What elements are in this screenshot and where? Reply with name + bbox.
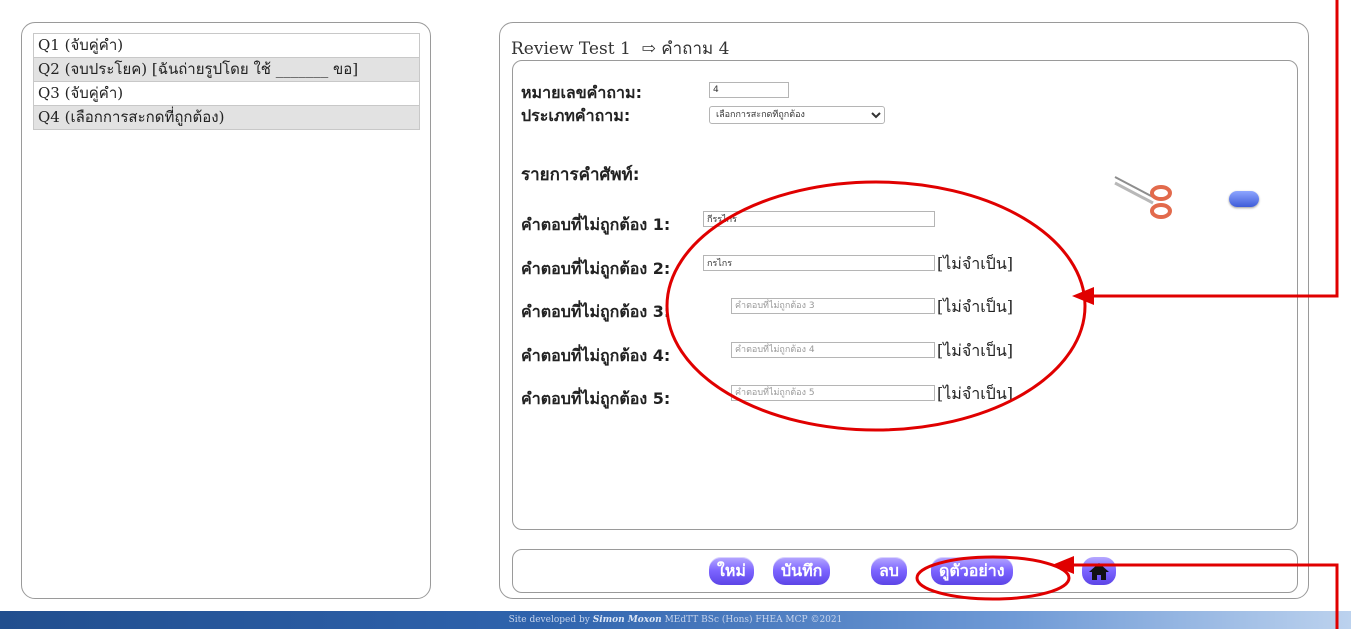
question-item-4[interactable]: Q4 (เลือกการสะกดที่ถูกต้อง)	[33, 105, 420, 130]
current-question-title: คำถาม 4	[661, 39, 730, 59]
pill-button-icon[interactable]	[1229, 191, 1259, 207]
wrong-answer-1-input[interactable]	[703, 211, 935, 227]
question-editor-panel: Review Test 1 ⇨ คำถาม 4 หมายเลขคำถาม: ปร…	[499, 22, 1309, 599]
wrong-answer-4-input[interactable]	[731, 342, 935, 358]
new-button[interactable]: ใหม่	[709, 557, 754, 585]
question-item-3[interactable]: Q3 (จับคู่คำ)	[33, 81, 420, 105]
question-form: หมายเลขคำถาม: ประเภทคำถาม: เลือกการสะกดท…	[512, 60, 1298, 530]
question-list-panel: Q1 (จับคู่คำ) Q2 (จบประโยค) [ฉันถ่ายรูปโ…	[21, 22, 431, 599]
save-button[interactable]: บันทึก	[773, 557, 831, 585]
home-button[interactable]	[1082, 557, 1116, 585]
question-list: Q1 (จับคู่คำ) Q2 (จบประโยค) [ฉันถ่ายรูปโ…	[33, 33, 420, 130]
wrong-answer-3-optional: [ไม่จำเป็น]	[937, 297, 1013, 316]
delete-button[interactable]: ลบ	[871, 557, 907, 585]
wrong-answer-3-input[interactable]	[731, 298, 935, 314]
test-name: Review Test 1	[511, 39, 631, 59]
question-type-select[interactable]: เลือกการสะกดที่ถูกต้อง	[709, 106, 885, 124]
question-item-2[interactable]: Q2 (จบประโยค) [ฉันถ่ายรูปโดย ใช้ _______…	[33, 57, 420, 81]
question-number-input[interactable]	[709, 82, 789, 98]
vocab-list-label: รายการคำศัพท์:	[521, 165, 640, 185]
question-number-label: หมายเลขคำถาม:	[521, 83, 642, 102]
wrong-answer-1-label: คำตอบที่ไม่ถูกต้อง 1:	[521, 215, 671, 234]
footer-author: Simon Moxon	[592, 615, 662, 625]
wrong-answer-5-input[interactable]	[731, 385, 935, 401]
action-bar: ใหม่ บันทึก ลบ ดูตัวอย่าง	[512, 549, 1298, 593]
wrong-answer-5-label: คำตอบที่ไม่ถูกต้อง 5:	[521, 389, 671, 408]
wrong-answer-2-label: คำตอบที่ไม่ถูกต้อง 2:	[521, 259, 671, 278]
scissors-icon[interactable]	[1113, 175, 1175, 221]
home-icon	[1089, 563, 1109, 580]
arrow-icon: ⇨	[641, 39, 656, 59]
wrong-answer-5-optional: [ไม่จำเป็น]	[937, 384, 1013, 403]
question-type-label: ประเภทคำถาม:	[521, 106, 631, 125]
wrong-answer-2-input[interactable]	[703, 255, 935, 271]
footer-credentials: MEdTT BSc (Hons) FHEA MCP ©2021	[664, 615, 843, 625]
site-footer: Site developed by Simon Moxon MEdTT BSc …	[0, 611, 1351, 629]
wrong-answer-4-optional: [ไม่จำเป็น]	[937, 341, 1013, 360]
preview-button[interactable]: ดูตัวอย่าง	[931, 557, 1013, 585]
wrong-answer-2-optional: [ไม่จำเป็น]	[937, 254, 1013, 273]
breadcrumb: Review Test 1 ⇨ คำถาม 4	[511, 35, 729, 62]
footer-prefix: Site developed by	[508, 615, 590, 625]
wrong-answer-3-label: คำตอบที่ไม่ถูกต้อง 3:	[521, 302, 671, 321]
question-item-1[interactable]: Q1 (จับคู่คำ)	[33, 33, 420, 57]
wrong-answer-4-label: คำตอบที่ไม่ถูกต้อง 4:	[521, 346, 671, 365]
